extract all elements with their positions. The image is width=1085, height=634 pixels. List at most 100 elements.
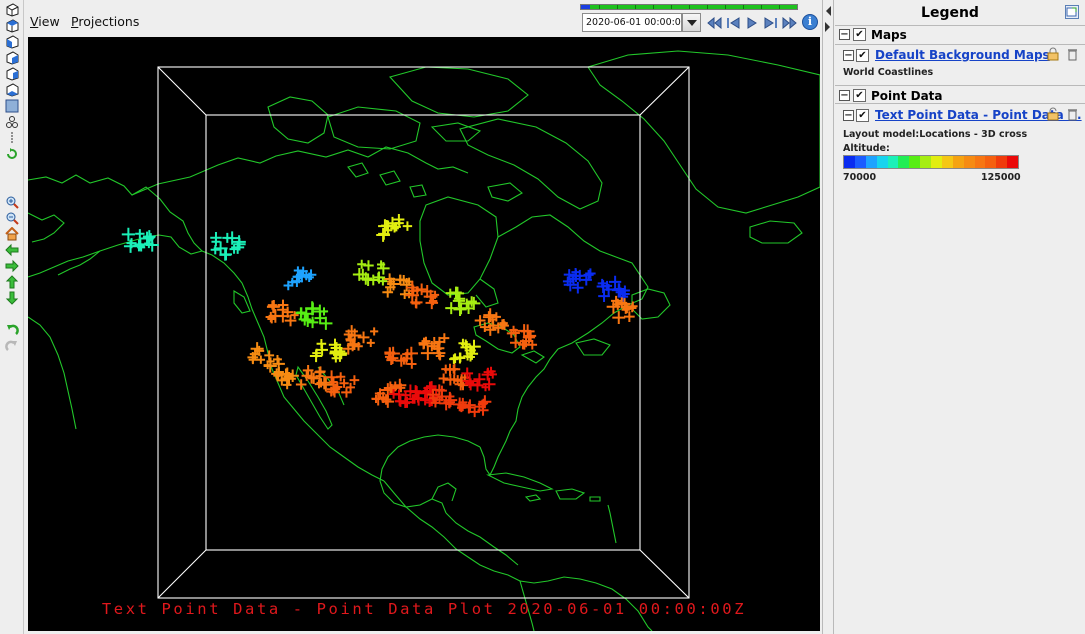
pan-down-icon[interactable]	[4, 291, 19, 305]
view-front-icon[interactable]	[4, 35, 19, 49]
station-cluster[interactable]	[445, 286, 481, 317]
reset-view-icon[interactable]	[4, 147, 19, 161]
panel-splitter[interactable]	[822, 0, 834, 634]
station-cluster[interactable]	[352, 259, 390, 287]
point-data-layer	[121, 213, 638, 418]
collapse-point-layer-toggle[interactable]: −	[843, 110, 854, 121]
step-back-button[interactable]	[724, 13, 742, 32]
map-display[interactable]: Text Point Data - Point Data Plot 2020-0…	[28, 37, 820, 631]
time-step-tick	[635, 5, 636, 9]
station-cluster[interactable]	[121, 227, 159, 253]
view-cube-icon[interactable]	[4, 3, 19, 17]
station-cluster[interactable]	[283, 266, 317, 291]
trash-icon[interactable]	[1067, 47, 1078, 61]
view-top-icon[interactable]	[4, 19, 19, 33]
color-bar-swatch	[887, 156, 899, 168]
coastline-vancouver-island	[233, 290, 251, 314]
color-bar-swatch	[909, 156, 921, 168]
time-step-tick	[671, 5, 672, 9]
rotate-axes-icon[interactable]	[4, 115, 19, 129]
station-cluster[interactable]	[506, 324, 538, 350]
legend-title: Legend	[921, 5, 979, 21]
station-cluster[interactable]	[596, 275, 630, 302]
last-frame-button[interactable]	[781, 13, 799, 32]
cross-marker	[402, 221, 413, 231]
station-cluster[interactable]	[384, 346, 418, 369]
play-icon	[747, 16, 757, 29]
time-step-tick	[689, 5, 690, 9]
station-cluster[interactable]	[418, 333, 450, 361]
station-cluster[interactable]	[265, 299, 299, 327]
station-cluster[interactable]	[461, 366, 497, 392]
box-edge-br	[639, 549, 690, 599]
altitude-color-bar[interactable]	[843, 155, 1019, 169]
time-dropdown-button[interactable]	[682, 13, 701, 32]
maps-visible-checkbox[interactable]: ✔	[853, 28, 866, 41]
view-bottom-icon[interactable]	[4, 83, 19, 97]
redo-icon[interactable]	[4, 339, 19, 353]
first-frame-button[interactable]	[705, 13, 723, 32]
default-maps-link[interactable]: Default Background Maps	[875, 48, 1050, 62]
map-canvas	[28, 50, 820, 631]
play-button[interactable]	[743, 13, 761, 32]
view-map-icon[interactable]	[4, 99, 19, 113]
world-coastlines-label: World Coastlines	[843, 67, 934, 78]
coastline-baffin	[459, 118, 603, 210]
menu-projections[interactable]: Projections	[71, 14, 139, 29]
pan-left-icon[interactable]	[4, 243, 19, 257]
point-data-group-label: Point Data	[871, 89, 943, 103]
point-data-visible-checkbox[interactable]: ✔	[853, 89, 866, 102]
pan-right-icon[interactable]	[4, 259, 19, 273]
vertical-scale-icon[interactable]	[4, 131, 19, 145]
app-window: View Projections 2020-06-01 00:00:00Z i	[0, 0, 1085, 634]
altitude-range-max: 125000	[981, 172, 1021, 183]
coastline-gulf-mexico	[379, 434, 481, 514]
time-progress-bar[interactable]	[580, 4, 798, 10]
cross-marker	[367, 274, 379, 286]
zoom-in-icon[interactable]	[4, 195, 19, 209]
unlock-icon[interactable]	[1047, 107, 1059, 121]
view-back-icon[interactable]	[4, 67, 19, 81]
box-edge-tr	[639, 66, 690, 116]
station-cluster[interactable]	[474, 308, 509, 336]
coastline-nova-scotia	[575, 338, 611, 356]
info-icon: i	[807, 15, 813, 28]
menu-view[interactable]: View	[30, 14, 60, 29]
coastline-siberia	[28, 316, 77, 430]
home-icon[interactable]	[4, 227, 19, 241]
pan-up-icon[interactable]	[4, 275, 19, 289]
station-cluster[interactable]	[438, 363, 470, 391]
undo-icon[interactable]	[4, 323, 19, 337]
collapse-default-maps-toggle[interactable]: −	[843, 50, 854, 61]
station-cluster[interactable]	[449, 338, 481, 364]
view-side-icon[interactable]	[4, 51, 19, 65]
info-button[interactable]: i	[802, 14, 818, 30]
default-maps-visible-checkbox[interactable]: ✔	[856, 49, 869, 62]
station-cluster[interactable]	[562, 267, 596, 294]
cross-marker	[316, 338, 327, 349]
trash-icon[interactable]	[1067, 107, 1078, 121]
station-cluster[interactable]	[295, 301, 333, 330]
station-cluster[interactable]	[210, 231, 246, 261]
step-forward-button[interactable]	[762, 13, 780, 32]
station-cluster[interactable]	[452, 395, 492, 418]
collapse-maps-toggle[interactable]: −	[839, 29, 850, 40]
coastline-alaska	[28, 174, 204, 278]
coastline-arctic	[131, 146, 469, 196]
lock-icon[interactable]	[1047, 47, 1059, 61]
cross-marker	[363, 260, 374, 271]
station-cluster[interactable]	[309, 338, 348, 363]
station-cluster[interactable]	[342, 325, 379, 355]
collapse-point-data-toggle[interactable]: −	[839, 90, 850, 101]
cross-marker	[425, 296, 439, 310]
station-cluster[interactable]	[606, 295, 638, 325]
station-cluster[interactable]	[376, 213, 413, 242]
float-legend-button[interactable]	[1065, 5, 1079, 19]
zoom-out-icon[interactable]	[4, 211, 19, 225]
maps-group-header: − ✔ Maps	[835, 26, 1085, 45]
time-select[interactable]: 2020-06-01 00:00:00Z	[582, 13, 682, 32]
point-layer-visible-checkbox[interactable]: ✔	[856, 109, 869, 122]
color-bar-swatch	[898, 156, 910, 168]
box-edge-bl	[157, 549, 207, 599]
cross-marker	[121, 227, 135, 241]
